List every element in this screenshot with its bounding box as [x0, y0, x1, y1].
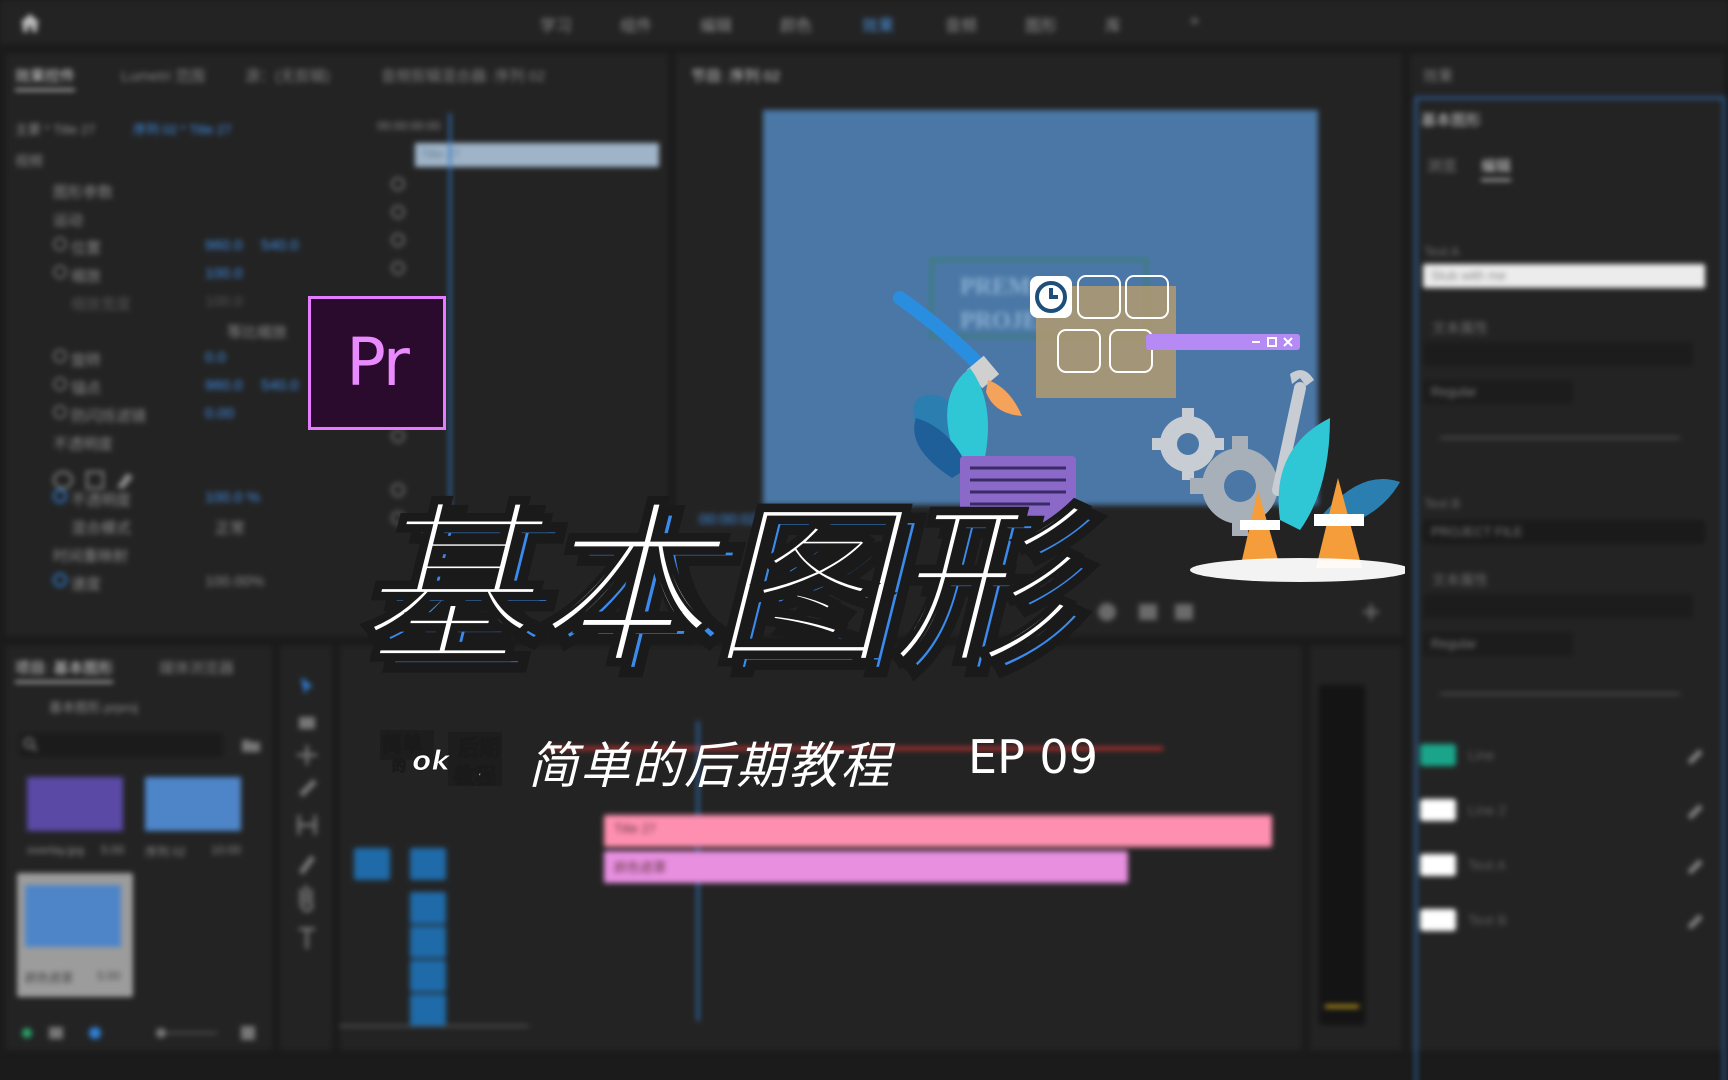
thumbnail-overlay: Pr 基本图形 基本图形 简单 的 ok 后期 教程 简单的后期教程 EP 09 — [0, 0, 1728, 1080]
episode-number: EP 09 — [968, 730, 1098, 784]
premiere-logo-text: Pr — [346, 324, 410, 401]
premiere-pro-logo: Pr — [308, 296, 446, 430]
badge-text-3: 后期 — [458, 736, 501, 761]
badge-text-2: 的 — [392, 759, 407, 776]
channel-badge: 简单 的 ok 后期 教程 — [376, 720, 506, 790]
badge-text-4: 教程 — [454, 764, 497, 789]
subtitle-text: 简单的后期教程 — [528, 737, 892, 795]
badge-mark: ok — [412, 744, 451, 778]
episode-title: 基本图形 基本图形 — [343, 484, 1230, 720]
title-text: 基本图形 — [343, 484, 1109, 692]
